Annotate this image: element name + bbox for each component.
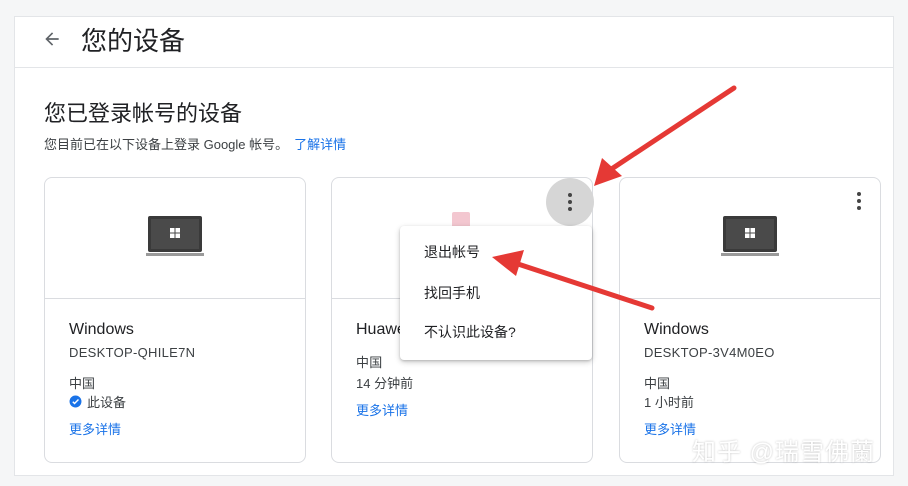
top-bar: 您的设备 xyxy=(15,17,893,68)
laptop-icon xyxy=(721,216,779,256)
menu-item-dont-recognize[interactable]: 不认识此设备? xyxy=(400,314,592,350)
section-description: 您目前已在以下设备上登录 Google 帐号。 了解详情 xyxy=(44,134,346,153)
device-id: DESKTOP-QHILE7N xyxy=(69,345,196,360)
more-details-link[interactable]: 更多详情 xyxy=(356,400,408,419)
device-location: 中国 xyxy=(356,355,383,370)
status-text: 此设备 xyxy=(87,395,127,410)
back-arrow-icon xyxy=(45,32,59,46)
device-options-menu: 退出帐号 找回手机 不认识此设备? xyxy=(400,226,592,360)
device-name: Windows xyxy=(69,321,134,338)
device-card-windows-2: Windows DESKTOP-3V4M0EO 中国 1 小时前 更多详情 xyxy=(619,177,881,463)
more-details-link[interactable]: 更多详情 xyxy=(644,419,696,438)
menu-item-find-phone[interactable]: 找回手机 xyxy=(400,275,592,311)
laptop-icon xyxy=(146,216,204,256)
this-device-status: 此设备 xyxy=(69,392,126,411)
section-title: 您已登录帐号的设备 xyxy=(44,101,243,126)
device-image xyxy=(620,178,880,299)
device-location: 中国 xyxy=(644,376,671,391)
watermark: 知乎 @瑞雪佛蘭 xyxy=(692,439,876,466)
back-button[interactable] xyxy=(37,24,67,54)
device-id: DESKTOP-3V4M0EO xyxy=(644,345,775,360)
device-image xyxy=(45,178,305,299)
menu-item-sign-out[interactable]: 退出帐号 xyxy=(400,234,592,270)
last-active: 1 小时前 xyxy=(644,392,694,411)
device-location: 中国 xyxy=(69,376,96,391)
device-name: Windows xyxy=(644,321,709,338)
more-vert-icon xyxy=(568,193,572,211)
more-details-link[interactable]: 更多详情 xyxy=(69,419,121,438)
last-active: 14 分钟前 xyxy=(356,376,414,391)
more-options-button[interactable] xyxy=(546,178,594,226)
device-card-windows-1: Windows DESKTOP-QHILE7N 中国 此设备 更多详情 xyxy=(44,177,306,463)
last-active-text: 1 小时前 xyxy=(644,395,694,410)
more-options-button[interactable] xyxy=(846,188,872,214)
learn-more-link[interactable]: 了解详情 xyxy=(294,137,346,152)
page-title: 您的设备 xyxy=(81,26,186,56)
verified-check-icon xyxy=(69,395,82,408)
more-vert-icon xyxy=(857,192,861,210)
section-description-text: 您目前已在以下设备上登录 Google 帐号。 xyxy=(44,137,289,152)
